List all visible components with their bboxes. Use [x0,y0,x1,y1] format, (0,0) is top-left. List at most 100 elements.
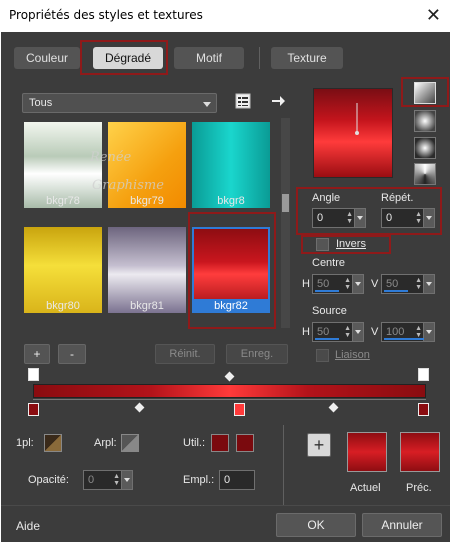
swatch-label: bkgr79 [130,195,164,207]
previous-color-swatch[interactable] [400,432,440,472]
angle-label: Angle [312,192,341,204]
link-checkbox[interactable] [316,349,329,362]
tab-separator [259,47,260,69]
location-field[interactable]: 0 [219,470,255,490]
center-h-label: H [302,278,310,290]
swatch-label: bkgr81 [130,300,164,312]
location-label: Empl.: [183,474,215,486]
invert-checkbox[interactable] [316,238,329,251]
chevron-down-icon[interactable] [354,209,365,227]
repeat-label: Répét. [381,192,414,204]
link-label[interactable]: Liaison [335,349,370,361]
angle-stepper[interactable]: 0 ▲ ▼ [312,208,366,228]
library-filter-value: Tous [29,97,53,109]
source-h-level [315,338,339,340]
stepper-arrows-icon[interactable]: ▲ ▼ [415,211,422,225]
source-h-stepper[interactable]: 50 ▲ ▼ [312,322,364,342]
repeat-stepper[interactable]: 0 ▲ ▼ [381,208,435,228]
user-color-label: Util.: [183,437,205,449]
swatch-item[interactable]: bkgr80 [24,227,102,313]
opacity-label: Opacité: [28,474,69,486]
rectangular-gradient-icon[interactable] [414,110,436,132]
tab-couleur[interactable]: Couleur [14,47,80,69]
color-stop-middle[interactable] [234,403,245,416]
opacity-stop-end[interactable] [418,368,429,381]
repeat-value: 0 [386,212,393,224]
chevron-down-icon[interactable] [352,275,363,293]
gradient-bar[interactable] [33,384,426,398]
location-value: 0 [224,474,231,486]
background-label: Arpl: [94,437,117,449]
stepper-arrows-icon[interactable]: ▲ ▼ [346,211,353,225]
radial-gradient-icon[interactable] [414,163,436,185]
foreground-label: 1pl: [16,437,34,449]
tab-motif[interactable]: Motif [174,47,244,69]
chevron-down-icon[interactable] [423,209,434,227]
gradient-preview[interactable] [313,88,393,178]
user-color-swatch-1[interactable] [211,434,229,452]
angle-value: 0 [317,212,324,224]
source-v-label: V [371,326,379,338]
help-link[interactable]: Aide [16,519,40,533]
linear-gradient-icon[interactable] [414,82,436,104]
background-swatch[interactable] [121,434,139,452]
swatch-label: bkgr80 [46,300,80,312]
chevron-down-icon[interactable] [423,323,434,341]
color-stop-end[interactable] [418,403,429,416]
chevron-down-icon [203,102,211,107]
stepper-arrows-icon[interactable]: ▲ ▼ [344,277,351,291]
center-h-stepper[interactable]: 50 ▲ ▼ [312,274,364,294]
remove-swatch-button[interactable]: - [58,344,86,364]
stepper-arrows-icon[interactable]: ▲ ▼ [415,325,422,339]
library-view-icon[interactable] [235,93,251,109]
chevron-down-icon[interactable] [352,323,363,341]
sunburst-gradient-icon[interactable] [414,137,436,159]
current-label: Actuel [350,482,381,494]
swatch-label: bkgr78 [46,195,80,207]
scrollbar-thumb[interactable] [282,194,289,212]
save-gradient-button[interactable]: Enreg. [226,344,288,364]
user-color-swatch-2[interactable] [236,434,254,452]
invert-label[interactable]: Invers [336,238,366,250]
source-label: Source [312,305,347,317]
swatch-item[interactable]: bkgr79 [108,122,186,208]
chevron-down-icon[interactable] [121,471,132,489]
opacity-stop-start[interactable] [28,368,39,381]
center-label: Centre [312,257,346,269]
opacity-stepper[interactable]: 0 ▲ ▼ [83,470,133,490]
stepper-arrows-icon[interactable]: ▲ ▼ [113,473,120,487]
foreground-swatch[interactable] [44,434,62,452]
source-v-level [384,338,424,340]
reset-button[interactable]: Réinit. [155,344,215,364]
add-swatch-button[interactable]: + [24,344,50,364]
source-h-label: H [302,326,310,338]
stepper-arrows-icon[interactable]: ▲ ▼ [344,325,351,339]
source-v-value: 100 [386,326,405,338]
source-v-stepper[interactable]: 100 ▲ ▼ [381,322,435,342]
tab-texture[interactable]: Texture [271,47,343,69]
center-v-value: 50 [386,278,399,290]
color-stop-start[interactable] [28,403,39,416]
ok-button[interactable]: OK [276,513,356,537]
center-v-stepper[interactable]: 50 ▲ ▼ [381,274,435,294]
vertical-divider [283,425,284,505]
tab-degrade[interactable]: Dégradé [93,47,163,69]
opacity-value: 0 [88,474,95,486]
window-title: Propriétés des styles et textures [9,8,203,22]
swatch-item[interactable]: bkgr8 [192,122,270,208]
library-scrollbar[interactable] [281,118,290,328]
chevron-down-icon[interactable] [423,275,434,293]
close-icon[interactable]: ✕ [426,5,441,25]
add-stop-button[interactable]: + [307,433,331,457]
stop-track-line [33,399,426,400]
current-color-swatch[interactable] [347,432,387,472]
cancel-button[interactable]: Annuler [362,513,442,537]
center-h-level [315,290,339,292]
stepper-arrows-icon[interactable]: ▲ ▼ [415,277,422,291]
center-h-value: 50 [317,278,330,290]
library-filter-select[interactable]: Tous [22,93,217,113]
angle-handle-icon[interactable] [314,89,394,179]
swatch-item[interactable]: bkgr78 [24,122,102,208]
arrow-right-icon[interactable] [270,93,286,109]
swatch-item[interactable]: bkgr81 [108,227,186,313]
